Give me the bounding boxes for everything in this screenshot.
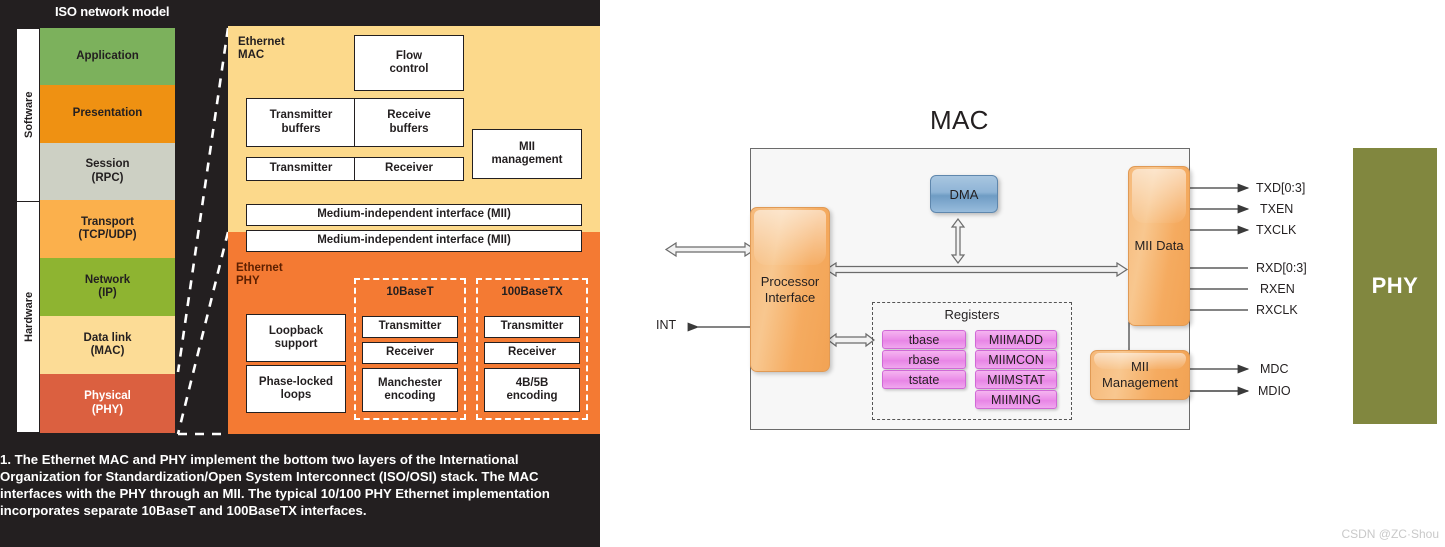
iso-layer-label: Session (RPC)	[85, 158, 130, 184]
register-chip-miimadd[interactable]: MIIMADD	[975, 330, 1057, 349]
register-label: tbase	[908, 332, 940, 347]
signal-label-txclk: TXCLK	[1256, 223, 1297, 237]
iso-layer-network: Network (IP)	[40, 258, 175, 316]
box-label: Medium-independent interface (MII)	[317, 234, 511, 247]
box-label: Transmitter buffers	[269, 109, 333, 135]
iso-figure-panel: ISO network model Software Hardware Appl…	[0, 0, 600, 547]
mac-box-transmitter-buffers: Transmitter buffers	[246, 98, 356, 147]
iso-layer-label: Physical (PHY)	[84, 390, 131, 416]
mac-box-receiver: Receiver	[354, 157, 464, 181]
iso-layer-label: Data link (MAC)	[83, 331, 132, 357]
iso-layer-physical: Physical (PHY)	[40, 374, 175, 433]
iso-layer-transport: Transport (TCP/UDP)	[40, 200, 175, 258]
register-chip-rbase[interactable]: rbase	[882, 350, 966, 369]
phy-box-phase-locked-loops: Phase-locked loops	[246, 365, 346, 413]
iso-layer-presentation: Presentation	[40, 85, 175, 143]
signal-label-txd: TXD[0:3]	[1256, 181, 1306, 195]
register-chip-tstate[interactable]: tstate	[882, 370, 966, 389]
registers-column-right: MIIMADD MIIMCON MIIMSTAT MIIMING	[975, 330, 1057, 410]
mac-block-diagram-panel: MAC Processor Interface INT DMA Register…	[600, 0, 1445, 547]
signal-label-txen: TXEN	[1260, 202, 1294, 216]
dma-label: DMA	[949, 186, 979, 202]
software-hardware-bracket: Software Hardware	[16, 28, 40, 433]
mac-mii-bar: Medium-independent interface (MII)	[246, 204, 582, 226]
mac-diagram-title: MAC	[930, 105, 989, 135]
processor-interface-block[interactable]: Processor Interface	[750, 207, 830, 372]
register-label: rbase	[908, 352, 940, 367]
figure-caption: 1. The Ethernet MAC and PHY implement th…	[0, 452, 550, 518]
iso-layer-application: Application	[40, 28, 175, 85]
iso-layer-session: Session (RPC)	[40, 143, 175, 200]
phy-10baset-manchester-encoding: Manchester encoding	[362, 368, 458, 412]
register-chip-miiming[interactable]: MIIMING	[975, 390, 1057, 409]
signal-label-rxclk: RXCLK	[1256, 303, 1298, 317]
group-title: 10BaseT	[386, 286, 434, 298]
mii-management-block[interactable]: MII Management	[1090, 350, 1190, 400]
box-label: Receive buffers	[387, 109, 431, 135]
mac-box-transmitter: Transmitter	[246, 157, 356, 181]
phy-100basetx-transmitter: Transmitter	[484, 316, 580, 338]
register-label: tstate	[908, 372, 940, 387]
box-label: 4B/5B encoding	[506, 376, 558, 402]
box-label: Manchester encoding	[378, 376, 442, 402]
mac-box-receive-buffers: Receive buffers	[354, 98, 464, 147]
mii-data-label: MII Data	[1134, 238, 1184, 254]
phy-block: PHY	[1353, 148, 1437, 424]
box-label: Receiver	[386, 346, 434, 359]
mii-data-block[interactable]: MII Data	[1128, 166, 1190, 326]
register-label: MIIMCON	[988, 352, 1044, 367]
phy-100basetx-receiver: Receiver	[484, 342, 580, 364]
group-title: 100BaseTX	[501, 286, 563, 298]
register-chip-tbase[interactable]: tbase	[882, 330, 966, 349]
registers-column-left: tbase rbase tstate	[882, 330, 966, 390]
iso-layer-label: Transport (TCP/UDP)	[78, 215, 137, 241]
box-label: Receiver	[508, 346, 556, 359]
box-label: Loopback support	[268, 324, 324, 350]
figure-title: ISO network model	[55, 4, 170, 19]
signal-label-mdc: MDC	[1260, 362, 1289, 376]
signal-label-rxen: RXEN	[1260, 282, 1295, 296]
bracket-label-software: Software	[23, 91, 35, 139]
watermark: CSDN @ZC·Shou	[1341, 527, 1439, 541]
phy-mii-bar: Medium-independent interface (MII)	[246, 230, 582, 252]
bracket-label-hardware: Hardware	[23, 291, 35, 343]
box-label: Flow control	[389, 49, 429, 75]
register-label: MIIMSTAT	[987, 372, 1045, 387]
mac-box-flow-control: Flow control	[354, 35, 464, 91]
phy-100basetx-4b5b-encoding: 4B/5B encoding	[484, 368, 580, 412]
iso-layer-stack: Application Presentation Session (RPC) T…	[40, 28, 175, 433]
int-signal-label: INT	[656, 318, 677, 332]
phy-10baset-receiver: Receiver	[362, 342, 458, 364]
box-label: Receiver	[385, 162, 433, 175]
iso-layer-label: Network (IP)	[84, 273, 131, 299]
register-label: MIIMING	[991, 392, 1041, 407]
box-label: Phase-locked loops	[258, 375, 334, 401]
box-label: Transmitter	[500, 320, 564, 333]
ethernet-phy-block: Medium-independent interface (MII) Ether…	[228, 230, 600, 434]
register-label: MIIMADD	[988, 332, 1044, 347]
phy-box-loopback-support: Loopback support	[246, 314, 346, 362]
signal-label-rxd: RXD[0:3]	[1256, 261, 1307, 275]
mac-box-mii-management: MII management	[472, 129, 582, 179]
iso-layer-datalink: Data link (MAC)	[40, 316, 175, 374]
ethernet-mac-label: Ethernet MAC	[238, 36, 285, 62]
ethernet-phy-label: Ethernet PHY	[236, 262, 283, 288]
mii-management-label: MII Management	[1102, 359, 1178, 390]
signal-label-mdio: MDIO	[1258, 384, 1291, 398]
box-label: Transmitter	[269, 162, 333, 175]
register-chip-miimcon[interactable]: MIIMCON	[975, 350, 1057, 369]
register-chip-miimstat[interactable]: MIIMSTAT	[975, 370, 1057, 389]
iso-layer-label: Presentation	[72, 107, 143, 120]
screenshot-root: ISO network model Software Hardware Appl…	[0, 0, 1445, 547]
processor-interface-label: Processor Interface	[760, 273, 820, 305]
iso-layer-label: Application	[76, 49, 139, 62]
phy-10baset-transmitter: Transmitter	[362, 316, 458, 338]
phy-label: PHY	[1371, 273, 1419, 298]
box-label: MII management	[491, 140, 563, 166]
ethernet-mac-block: Ethernet MAC Flow control Transmitter bu…	[228, 26, 600, 232]
registers-group-title: Registers	[944, 307, 1000, 322]
dma-block[interactable]: DMA	[930, 175, 998, 213]
box-label: Transmitter	[378, 320, 442, 333]
box-label: Medium-independent interface (MII)	[317, 208, 511, 221]
